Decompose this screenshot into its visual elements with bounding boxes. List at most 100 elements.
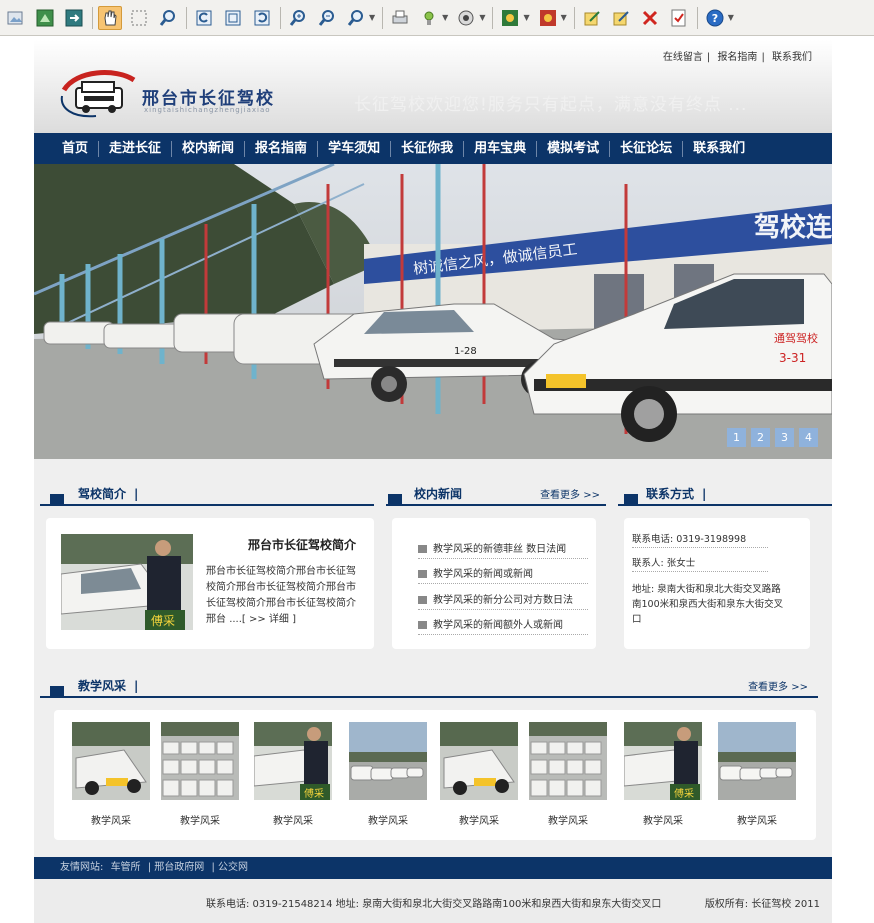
bullet-icon <box>418 570 427 578</box>
nav-item-forum[interactable]: 长征论坛 <box>610 140 684 157</box>
news-more-link[interactable]: 查看更多 >> <box>540 486 600 501</box>
gallery-item[interactable]: 教学风采 <box>161 722 239 827</box>
nav-item-news[interactable]: 校内新闻 <box>172 140 246 157</box>
hand-tool-icon[interactable] <box>98 5 122 30</box>
news-heading: 校内新闻 <box>414 487 463 501</box>
select-icon[interactable] <box>127 6 151 30</box>
friend-link-bus[interactable]: 公交网 <box>218 862 252 873</box>
zoom-menu-icon[interactable] <box>344 6 368 30</box>
open-icon[interactable] <box>4 6 28 30</box>
news-item-text: 教学风采的新德菲丝 数日法闻 <box>433 544 567 555</box>
nav-item-enroll[interactable]: 报名指南 <box>245 140 319 157</box>
dropdown-arrow-icon[interactable]: ▼ <box>561 13 567 22</box>
nav-item-contact[interactable]: 联系我们 <box>683 141 755 157</box>
main-nav: 首页 走进长征 校内新闻 报名指南 学车须知 长征你我 用车宝典 模拟考试 长征… <box>34 133 832 164</box>
nav-item-about[interactable]: 走进长征 <box>99 140 173 157</box>
news-item[interactable]: 教学风采的新闻额外人或新闻 <box>418 616 588 635</box>
toolbar-separator <box>696 6 698 29</box>
slide-button-4[interactable]: 4 <box>799 428 818 447</box>
rotate-right-icon[interactable] <box>250 6 274 30</box>
top-link-enroll[interactable]: 报名指南 <box>713 52 761 63</box>
contact-section-title: 联系方式 | <box>646 487 707 501</box>
edit2-icon[interactable] <box>609 6 633 30</box>
bullet-icon <box>418 621 427 629</box>
dropdown-arrow-icon[interactable]: ▼ <box>728 13 734 22</box>
effects-icon[interactable] <box>454 6 478 30</box>
viewer-toolbar: ▼ ▼ ▼ ▼ ▼ ? ▼ <box>0 0 874 36</box>
top-link-contact[interactable]: 联系我们 <box>768 52 816 63</box>
toolbar-separator <box>92 6 93 29</box>
news-section-header: 校内新闻 查看更多 >> <box>386 484 606 506</box>
dropdown-arrow-icon[interactable]: ▼ <box>442 13 448 22</box>
gallery-item[interactable]: 教学风采 <box>349 722 427 827</box>
section-marker-icon <box>50 494 64 506</box>
gallery-photo <box>718 722 796 800</box>
gallery-item[interactable]: 教学风采 <box>72 722 150 827</box>
zoom-in-icon[interactable] <box>286 6 310 30</box>
friend-links-label: 友情网站: <box>60 862 104 873</box>
news-item[interactable]: 教学风采的新闻或新闻 <box>418 565 588 584</box>
news-item[interactable]: 教学风采的新德菲丝 数日法闻 <box>418 540 588 559</box>
gallery-caption: 教学风采 <box>548 816 588 827</box>
rotate-left-icon[interactable] <box>192 6 216 30</box>
gallery-item[interactable]: 教学风采 <box>718 722 796 827</box>
nav-item-mock-exam[interactable]: 模拟考试 <box>537 140 611 157</box>
export-icon[interactable] <box>62 6 86 30</box>
toolbar-separator <box>280 6 281 29</box>
gallery-more-link[interactable]: 查看更多 >> <box>748 678 808 693</box>
color-icon[interactable] <box>498 6 522 30</box>
friend-link-government[interactable]: 邢台政府网 <box>154 862 208 873</box>
gallery-caption: 教学风采 <box>737 816 777 827</box>
gallery-caption: 教学风采 <box>459 816 499 827</box>
top-link-message[interactable]: 在线留言 <box>659 52 707 63</box>
help-icon[interactable]: ? <box>703 6 727 30</box>
site-logo[interactable]: 邢台市长征驾校 xingtaishichangzhengjiaxiao <box>56 68 286 120</box>
gallery-item[interactable]: 教学风采 <box>529 722 607 827</box>
contact-section-header: 联系方式 | <box>618 484 832 506</box>
dropdown-arrow-icon[interactable]: ▼ <box>369 13 375 22</box>
contact-address: 地址: 泉南大街和泉北大街交叉路路南100米和泉西大街和泉东大街交叉口 <box>632 584 784 625</box>
gallery-item[interactable]: 教学风采 <box>440 722 518 827</box>
dropdown-arrow-icon[interactable]: ▼ <box>523 13 529 22</box>
print-icon[interactable] <box>388 6 412 30</box>
slide-button-1[interactable]: 1 <box>727 428 746 447</box>
gallery-caption: 教学风采 <box>91 816 131 827</box>
gallery-section-header: 教学风采 | 查看更多 >> <box>40 676 818 698</box>
school-pinyin: xingtaishichangzhengjiaxiao <box>144 106 271 114</box>
svg-text:傅采: 傅采 <box>304 787 324 800</box>
svg-text:傅采: 傅采 <box>151 614 175 628</box>
news-item-text: 教学风采的新闻或新闻 <box>433 569 533 580</box>
checkmark-icon[interactable] <box>667 6 691 30</box>
gallery-item[interactable]: 傅采 教学风采 <box>254 722 332 827</box>
gallery-photo <box>161 722 239 800</box>
nav-item-home[interactable]: 首页 <box>52 140 100 157</box>
save-image-icon[interactable] <box>33 6 57 30</box>
top-links: 在线留言 | 报名指南 | 联系我们 <box>659 48 816 63</box>
tools-icon[interactable] <box>417 6 441 30</box>
intro-title: 邢台市长征驾校简介 <box>248 538 357 552</box>
section-marker-icon <box>50 686 64 698</box>
friend-link-vehicle-office[interactable]: 车管所 <box>111 862 145 873</box>
gallery-photo <box>72 722 150 800</box>
nav-item-guide[interactable]: 学车须知 <box>318 140 392 157</box>
banner-slideshow[interactable]: 驾校连续 树诚信之风，做诚信员工 <box>34 164 832 459</box>
intro-photo[interactable]: 傅采 <box>61 534 193 630</box>
slide-button-3[interactable]: 3 <box>775 428 794 447</box>
dropdown-arrow-icon[interactable]: ▼ <box>479 13 485 22</box>
fit-page-icon[interactable] <box>221 6 245 30</box>
edit-icon[interactable] <box>580 6 604 30</box>
gallery-item[interactable]: 傅采 教学风采 <box>624 722 702 827</box>
zoom-out-icon[interactable] <box>315 6 339 30</box>
intro-more-link[interactable]: ....[ >> 详细 ] <box>229 614 296 625</box>
bullet-icon <box>418 596 427 604</box>
delete-icon[interactable] <box>638 6 662 30</box>
slide-button-2[interactable]: 2 <box>751 428 770 447</box>
bullet-icon <box>418 545 427 553</box>
nav-item-community[interactable]: 长征你我 <box>391 140 465 157</box>
find-icon[interactable] <box>156 6 180 30</box>
news-item[interactable]: 教学风采的新分公司对方数日法 <box>418 591 588 610</box>
nav-item-car-tips[interactable]: 用车宝典 <box>464 140 538 157</box>
color2-icon[interactable] <box>536 6 560 30</box>
web-page: 在线留言 | 报名指南 | 联系我们 邢台市长征驾校 xingtaishichang… <box>34 40 832 923</box>
car-label-2: 3-31 <box>779 351 806 365</box>
